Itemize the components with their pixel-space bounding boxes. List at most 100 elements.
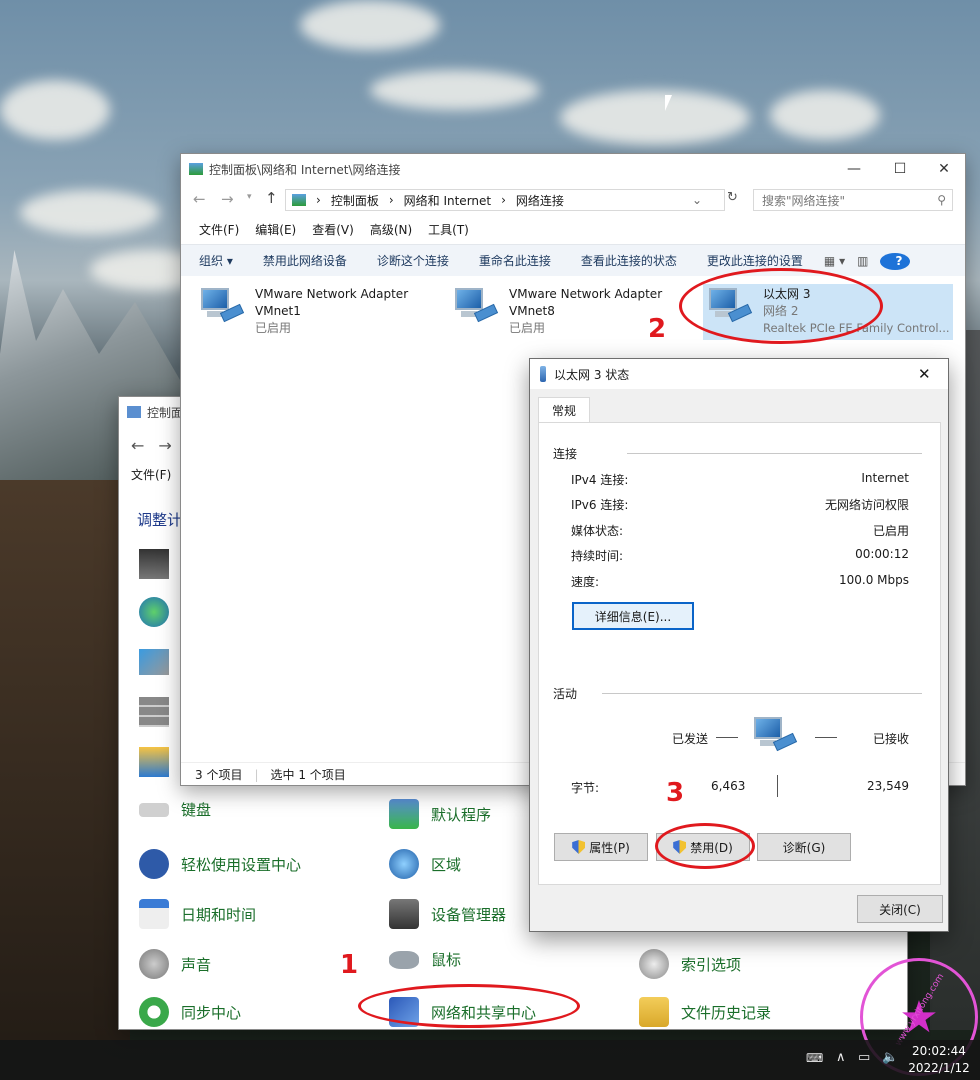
- forward-icon[interactable]: →: [158, 436, 171, 455]
- cp-item-default-programs[interactable]: 默认程序: [389, 799, 491, 829]
- network-adapter-icon: [199, 286, 245, 326]
- breadcrumb-sep: ›: [316, 193, 321, 207]
- address-row: ← → ▾ ↑ › 控制面板 › 网络和 Internet › 网络连接 ⌄ ↻…: [181, 186, 967, 214]
- search-placeholder: 搜索"网络连接": [762, 193, 846, 208]
- properties-button[interactable]: 属性(P): [554, 833, 648, 861]
- dialog-title: 以太网 3 状态: [554, 367, 630, 382]
- media-state-label: 媒体状态:: [571, 524, 624, 538]
- received-label: 已接收: [872, 732, 909, 746]
- help-icon[interactable]: ?: [874, 245, 911, 277]
- minimize-button[interactable]: —: [831, 154, 877, 184]
- adapter-name: VMware Network Adapter: [255, 287, 409, 301]
- menu-file[interactable]: 文件(F): [191, 219, 247, 241]
- speaker-icon: [139, 949, 169, 979]
- breadcrumb-sep: ›: [501, 193, 506, 207]
- breadcrumb-item[interactable]: 控制面板: [331, 192, 379, 209]
- cp-item-indexing[interactable]: 索引选项: [639, 949, 741, 979]
- refresh-icon[interactable]: ↻: [727, 190, 738, 205]
- breadcrumb-item[interactable]: 网络连接: [516, 192, 564, 209]
- control-panel-icon: [127, 406, 141, 418]
- clock[interactable]: 20:02:44 2022/1/12: [906, 1043, 972, 1077]
- adapter-status: 已启用: [255, 321, 292, 335]
- control-panel-small-icon: [292, 194, 306, 206]
- up-icon[interactable]: ↑: [265, 189, 278, 207]
- back-icon[interactable]: ←: [131, 436, 144, 455]
- icon-3[interactable]: [139, 649, 169, 675]
- cp-item-ease-of-access[interactable]: 轻松使用设置中心: [139, 849, 301, 879]
- address-dropdown-icon[interactable]: ⌄: [692, 193, 702, 207]
- icon-2[interactable]: [139, 597, 169, 627]
- disable-device-button[interactable]: 禁用此网络设备: [248, 245, 362, 277]
- sync-icon: [139, 997, 169, 1027]
- sent-label: 已发送: [672, 732, 709, 746]
- item-count: 3 个项目: [195, 768, 243, 782]
- menu-tools[interactable]: 工具(T): [420, 219, 477, 241]
- tab-general[interactable]: 常规: [538, 397, 590, 423]
- close-dialog-button[interactable]: 关闭(C): [857, 895, 943, 923]
- annotation-number-1: 1: [340, 950, 359, 980]
- maximize-button[interactable]: ☐: [877, 154, 923, 184]
- icon-4[interactable]: [139, 697, 169, 727]
- dialog-titlebar: 以太网 3 状态: [530, 359, 948, 389]
- bytes-sent-value: 6,463: [711, 779, 746, 793]
- ipv6-value: 无网络访问权限: [824, 498, 909, 512]
- control-panel-title: 控制面: [147, 405, 184, 420]
- annotation-number-2: 2: [648, 314, 667, 344]
- file-history-icon: [639, 997, 669, 1027]
- menu-bar: 文件(F) 编辑(E) 查看(V) 高级(N) 工具(T): [191, 219, 477, 241]
- ipv6-label: IPv6 连接:: [571, 498, 629, 512]
- cp-item-file-history[interactable]: 文件历史记录: [639, 997, 771, 1027]
- adapter-vmnet1[interactable]: VMware Network Adapter VMnet1 已启用: [199, 286, 408, 337]
- annotation-ring-ethernet: [679, 268, 883, 344]
- view-status-button[interactable]: 查看此连接的状态: [566, 245, 692, 277]
- cp-item-date-time[interactable]: 日期和时间: [139, 899, 256, 929]
- search-icon: ⚲: [937, 193, 946, 207]
- icon-1[interactable]: [139, 549, 169, 579]
- ipv4-value: Internet: [861, 471, 909, 485]
- preview-pane-icon[interactable]: ▥: [851, 245, 874, 277]
- cp-item-keyboard[interactable]: 键盘: [139, 799, 211, 820]
- volume-muted-icon[interactable]: 🔈: [882, 1050, 898, 1065]
- cp-item-mouse[interactable]: 鼠标: [389, 949, 461, 970]
- cp-menu-file[interactable]: 文件(F): [131, 468, 171, 482]
- annotation-number-3: 3: [666, 778, 685, 808]
- menu-view[interactable]: 查看(V): [304, 219, 362, 241]
- section-connection-label: 连接: [553, 447, 578, 461]
- ipv4-label: IPv4 连接:: [571, 473, 629, 487]
- divider: [627, 453, 922, 454]
- tab-panel: [538, 422, 941, 885]
- details-button[interactable]: 详细信息(E)...: [572, 602, 694, 630]
- address-bar[interactable]: › 控制面板 › 网络和 Internet › 网络连接 ⌄: [285, 189, 725, 211]
- ease-of-access-icon: [139, 849, 169, 879]
- cp-item-sync-center[interactable]: 同步中心: [139, 997, 241, 1027]
- recent-dropdown-icon[interactable]: ▾: [247, 192, 252, 202]
- annotation-ring-network-center: [358, 984, 580, 1028]
- breadcrumb-item[interactable]: 网络和 Internet: [404, 192, 491, 209]
- diagnose-button[interactable]: 诊断(G): [757, 833, 851, 861]
- icon-5[interactable]: [139, 747, 169, 777]
- forward-icon[interactable]: →: [221, 190, 234, 208]
- taskbar: ⌨ ∧ ▭ 🔈 20:02:44 2022/1/12: [0, 1040, 980, 1080]
- back-icon[interactable]: ←: [193, 190, 206, 208]
- menu-edit[interactable]: 编辑(E): [247, 219, 304, 241]
- divider: [716, 737, 738, 738]
- dialog-close-icon[interactable]: ✕: [918, 365, 931, 383]
- diagnose-connection-button[interactable]: 诊断这个连接: [362, 245, 464, 277]
- cp-item-region[interactable]: 区域: [389, 849, 461, 879]
- annotation-ring-disable: [655, 823, 755, 869]
- network-tray-icon[interactable]: ▭: [858, 1050, 870, 1065]
- show-hidden-icons-icon[interactable]: ∧: [836, 1050, 846, 1065]
- search-input[interactable]: 搜索"网络连接" ⚲: [753, 189, 953, 211]
- adapter-vmnet8[interactable]: VMware Network Adapter VMnet8 已启用: [453, 286, 662, 337]
- cp-heading: 调整计: [137, 511, 183, 529]
- close-button[interactable]: ✕: [921, 154, 967, 184]
- network-activity-icon: [752, 715, 798, 755]
- keyboard-tray-icon[interactable]: ⌨: [806, 1051, 823, 1065]
- rename-connection-button[interactable]: 重命名此连接: [464, 245, 566, 277]
- adapter-network: VMnet1: [255, 304, 301, 318]
- cp-item-sound[interactable]: 声音: [139, 949, 211, 979]
- organize-button[interactable]: 组织 ▾: [181, 245, 248, 277]
- divider: [777, 775, 778, 797]
- cp-item-device-manager[interactable]: 设备管理器: [389, 899, 506, 929]
- menu-advanced[interactable]: 高级(N): [362, 219, 420, 241]
